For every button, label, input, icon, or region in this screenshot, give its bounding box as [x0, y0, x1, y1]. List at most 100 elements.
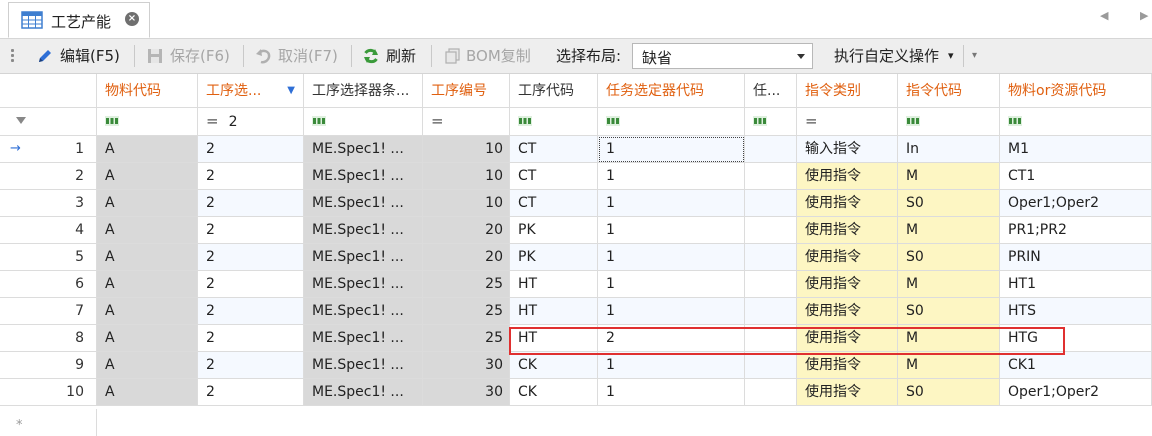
bom-copy-button[interactable]: BOM复制 [442, 39, 544, 73]
cell-resource[interactable]: Oper1;Oper2 [1000, 379, 1152, 406]
cell-cmd_type[interactable]: 使用指令 [797, 190, 898, 217]
column-header-material[interactable]: 物料代码 [97, 74, 198, 108]
column-header-task_sel[interactable]: 任务选定器代码 [598, 74, 745, 108]
cell-task_sel[interactable]: 1 [598, 190, 745, 217]
cell-process_sel[interactable]: 2 [198, 352, 304, 379]
cell-process_code[interactable]: CT [510, 163, 598, 190]
cell-process_code[interactable]: HT [510, 325, 598, 352]
cell-process_no[interactable]: 10 [423, 136, 510, 163]
cell-task_sel[interactable]: 1 [598, 217, 745, 244]
cell-process_cond[interactable]: ME.Spec1! ... [304, 190, 423, 217]
cell-process_sel[interactable]: 2 [198, 190, 304, 217]
cell-material[interactable]: A [97, 325, 198, 352]
cell-task_sel[interactable]: 1 [598, 244, 745, 271]
filter-cell-process_sel[interactable]: = 2 [198, 108, 304, 136]
scroll-right-icon[interactable]: ▶ [1140, 9, 1148, 22]
filter-cell-material[interactable] [97, 108, 198, 136]
cell-process_sel[interactable]: 2 [198, 244, 304, 271]
column-header-process_code[interactable]: 工序代码 [510, 74, 598, 108]
filter-cell-cmd_type[interactable]: = [797, 108, 898, 136]
cell-task[interactable] [745, 298, 797, 325]
cell-task[interactable] [745, 217, 797, 244]
cell-cmd_type[interactable]: 使用指令 [797, 379, 898, 406]
cell-task_sel[interactable]: 2 [598, 325, 745, 352]
table-row[interactable]: → 1 A 2 ME.Spec1! ... 10 CT 1 输入指令 In M1 [0, 136, 1152, 163]
cell-resource[interactable]: Oper1;Oper2 [1000, 190, 1152, 217]
cell-cmd_code[interactable]: M [898, 325, 1000, 352]
cell-process_no[interactable]: 25 [423, 325, 510, 352]
cell-process_sel[interactable]: 2 [198, 163, 304, 190]
cell-task[interactable] [745, 379, 797, 406]
cell-cmd_code[interactable]: S0 [898, 379, 1000, 406]
table-row[interactable]: 6 A 2 ME.Spec1! ... 25 HT 1 使用指令 M HT1 [0, 271, 1152, 298]
cell-resource[interactable]: HTS [1000, 298, 1152, 325]
filter-cell-cmd_code[interactable] [898, 108, 1000, 136]
filter-cell-process_no[interactable]: = [423, 108, 510, 136]
cell-process_no[interactable]: 25 [423, 298, 510, 325]
cell-material[interactable]: A [97, 190, 198, 217]
cell-material[interactable]: A [97, 271, 198, 298]
cell-process_sel[interactable]: 2 [198, 217, 304, 244]
cell-process_cond[interactable]: ME.Spec1! ... [304, 271, 423, 298]
cell-process_code[interactable]: CT [510, 136, 598, 163]
cell-material[interactable]: A [97, 298, 198, 325]
column-header-resource[interactable]: 物料or资源代码 [1000, 74, 1152, 108]
cell-task[interactable] [745, 325, 797, 352]
cell-process_no[interactable]: 10 [423, 190, 510, 217]
cell-resource[interactable]: CT1 [1000, 163, 1152, 190]
toolbar-grip-icon[interactable] [11, 49, 15, 63]
column-header-process_sel[interactable]: 工序选... ▼ [198, 74, 304, 108]
cell-process_code[interactable]: CK [510, 352, 598, 379]
tab-process-capacity[interactable]: 工艺产能 × [8, 2, 150, 38]
cell-process_cond[interactable]: ME.Spec1! ... [304, 244, 423, 271]
toolbar-overflow-icon[interactable]: ▾ [972, 39, 984, 73]
cell-process_sel[interactable]: 2 [198, 136, 304, 163]
cell-cmd_type[interactable]: 使用指令 [797, 298, 898, 325]
column-header-process_no[interactable]: 工序编号 [423, 74, 510, 108]
cell-process_no[interactable]: 20 [423, 244, 510, 271]
cell-cmd_type[interactable]: 使用指令 [797, 352, 898, 379]
new-row[interactable] [0, 409, 1152, 436]
cell-cmd_code[interactable]: S0 [898, 190, 1000, 217]
cell-task_sel[interactable]: 1 [598, 352, 745, 379]
cell-task[interactable] [745, 190, 797, 217]
table-row[interactable]: 7 A 2 ME.Spec1! ... 25 HT 1 使用指令 S0 HTS [0, 298, 1152, 325]
cell-material[interactable]: A [97, 163, 198, 190]
cell-cmd_code[interactable]: S0 [898, 298, 1000, 325]
cell-process_cond[interactable]: ME.Spec1! ... [304, 352, 423, 379]
cell-task_sel[interactable]: 1 [598, 271, 745, 298]
close-icon[interactable]: × [125, 12, 139, 26]
cell-cmd_type[interactable]: 使用指令 [797, 217, 898, 244]
column-header-task[interactable]: 任... [745, 74, 797, 108]
cell-task_sel[interactable]: 1 [598, 379, 745, 406]
cell-cmd_type[interactable]: 使用指令 [797, 325, 898, 352]
table-row[interactable]: 3 A 2 ME.Spec1! ... 10 CT 1 使用指令 S0 Oper1;Oper2 [0, 190, 1152, 217]
save-button[interactable]: 保存(F6) [144, 39, 238, 73]
cell-process_no[interactable]: 25 [423, 271, 510, 298]
cell-task_sel[interactable]: 1 [598, 163, 745, 190]
cell-resource[interactable]: HTG [1000, 325, 1152, 352]
cell-cmd_code[interactable]: S0 [898, 244, 1000, 271]
cell-cmd_type[interactable]: 输入指令 [797, 136, 898, 163]
cell-material[interactable]: A [97, 352, 198, 379]
cell-cmd_code[interactable]: M [898, 217, 1000, 244]
cell-cmd_code[interactable]: M [898, 163, 1000, 190]
cell-resource[interactable]: PRIN [1000, 244, 1152, 271]
cell-cmd_code[interactable]: In [898, 136, 1000, 163]
cell-task[interactable] [745, 352, 797, 379]
cell-process_sel[interactable]: 2 [198, 271, 304, 298]
cell-resource[interactable]: CK1 [1000, 352, 1152, 379]
cell-task_sel[interactable]: 1 [598, 136, 745, 163]
column-header-process_cond[interactable]: 工序选择器条... [304, 74, 423, 108]
column-header-cmd_type[interactable]: 指令类别 [797, 74, 898, 108]
cancel-button[interactable]: 取消(F7) [252, 39, 346, 73]
cell-resource[interactable]: M1 [1000, 136, 1152, 163]
layout-select[interactable]: 缺省 [632, 43, 813, 69]
cell-material[interactable]: A [97, 136, 198, 163]
cell-task_sel[interactable]: 1 [598, 298, 745, 325]
cell-cmd_code[interactable]: M [898, 352, 1000, 379]
cell-process_code[interactable]: HT [510, 271, 598, 298]
cell-cmd_code[interactable]: M [898, 271, 1000, 298]
table-row[interactable]: 4 A 2 ME.Spec1! ... 20 PK 1 使用指令 M PR1;PR2 [0, 217, 1152, 244]
cell-cmd_type[interactable]: 使用指令 [797, 244, 898, 271]
